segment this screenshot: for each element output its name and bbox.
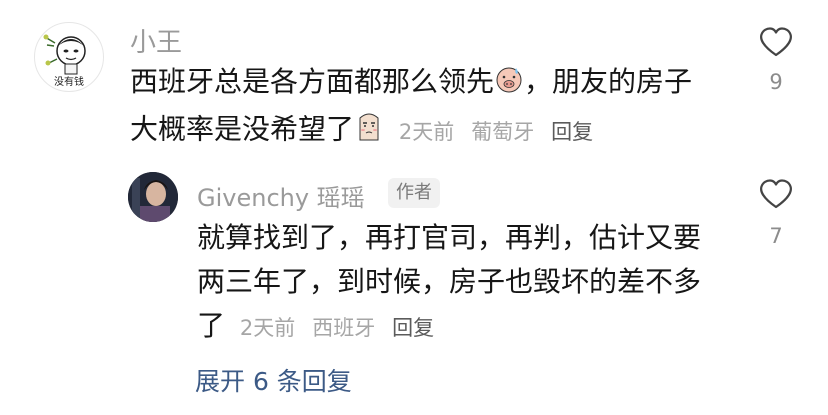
like-count: 9 <box>769 70 783 94</box>
reply-text-line-1: 就算找到了，再打官司，再判，估计又要 <box>197 221 702 254</box>
reply-text-line-2: 两三年了，到时候，房子也毁坏的差不多 <box>197 265 702 298</box>
comment-username[interactable]: 小王 <box>130 22 182 59</box>
comment-text-part: 西班牙总是各方面都那么领先 <box>130 65 495 98</box>
like-button[interactable] <box>758 178 794 214</box>
avatar[interactable] <box>128 172 178 222</box>
avatar-caption: 没有钱 <box>54 77 84 88</box>
comment-text-line-1: 西班牙总是各方面都那么领先 ，朋友的房子 <box>130 63 692 103</box>
like-button[interactable] <box>758 26 794 62</box>
comment-text-part: 大概率是没希望了 <box>130 112 355 146</box>
heart-outline-icon <box>760 179 792 209</box>
reply-time: 2天前 <box>239 316 296 340</box>
photo-avatar-icon <box>128 172 178 222</box>
comment-text-line-2: 大概率是没希望了 2天前 葡萄牙 回复 <box>130 110 593 151</box>
reply-text-part: 了 <box>197 309 226 342</box>
expand-replies-link[interactable]: 展开 6 条回复 <box>195 362 352 398</box>
sweating-pig-emoji <box>494 64 524 103</box>
comment-text-part: ，朋友的房子 <box>524 65 693 98</box>
reply-text-line-3: 了 2天前 西班牙 回复 <box>197 307 434 347</box>
reply-location: 西班牙 <box>312 316 376 340</box>
avatar[interactable]: 没有钱 <box>34 22 104 92</box>
reply-username[interactable]: Givenchy 瑶瑶 <box>197 178 365 213</box>
comment-location: 葡萄牙 <box>471 119 535 144</box>
like-count: 7 <box>769 224 783 248</box>
author-badge: 作者 <box>388 178 440 208</box>
reply-button[interactable]: 回复 <box>551 120 593 144</box>
side-eye-face-emoji <box>354 110 384 151</box>
heart-outline-icon <box>760 27 792 57</box>
comment-time: 2天前 <box>398 119 455 144</box>
reply-button[interactable]: 回复 <box>392 316 434 340</box>
